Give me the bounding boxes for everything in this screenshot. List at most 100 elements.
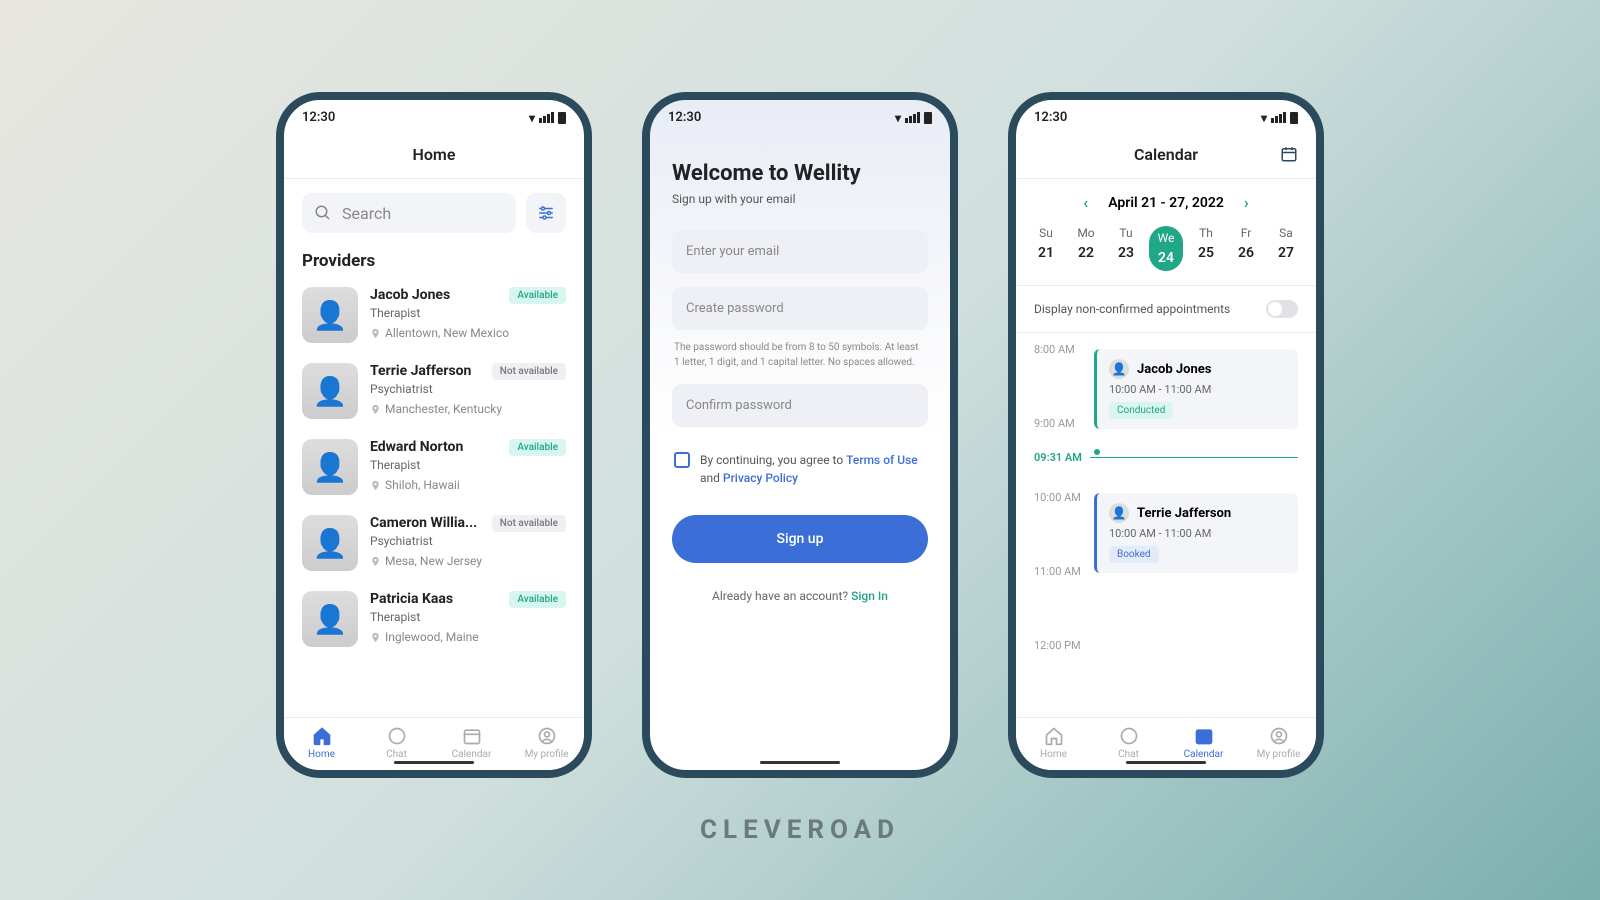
chat-icon (1119, 726, 1139, 746)
password-hint: The password should be from 8 to 50 symb… (674, 340, 926, 370)
search-input[interactable]: Search (302, 193, 516, 233)
status-icons: ▾ (529, 111, 566, 125)
appt-name: Jacob Jones (1137, 362, 1211, 377)
filter-icon (537, 204, 555, 222)
privacy-link[interactable]: Privacy Policy (723, 471, 798, 485)
status-icons: ▾ (895, 111, 932, 125)
tab-chat[interactable]: Chat (359, 726, 434, 760)
welcome-title: Welcome to Wellity (672, 161, 928, 186)
provider-item[interactable]: 👤 Cameron Willia... Psychiatrist Mesa, N… (302, 505, 566, 581)
password-input[interactable]: Create password (672, 287, 928, 330)
home-indicator (1126, 761, 1206, 764)
provider-name: Patricia Kaas (370, 591, 510, 607)
provider-name: Edward Norton (370, 439, 510, 455)
tab-label: Calendar (452, 749, 492, 760)
appt-status-badge: Conducted (1109, 402, 1173, 419)
tab-label: My profile (525, 749, 569, 760)
agree-text: By continuing, you agree to Terms of Use… (700, 451, 926, 487)
day-24[interactable]: We24 (1149, 226, 1183, 271)
pin-icon (370, 328, 381, 339)
tab-chat[interactable]: Chat (1091, 726, 1166, 760)
wifi-icon: ▾ (1261, 111, 1267, 125)
calendar-icon (1194, 726, 1214, 746)
tab-calendar[interactable]: Calendar (1166, 726, 1241, 760)
appt-time: 10:00 AM - 11:00 AM (1109, 383, 1286, 396)
tab-calendar[interactable]: Calendar (434, 726, 509, 760)
agree-checkbox[interactable] (674, 452, 690, 468)
time-label: 11:00 AM (1034, 565, 1081, 578)
providers-list: 👤 Jacob Jones Therapist Allentown, New M… (284, 277, 584, 717)
calendar-icon[interactable] (1280, 145, 1298, 163)
tab-label: Chat (1118, 749, 1139, 760)
calendar-icon (462, 726, 482, 746)
status-time: 12:30 (668, 110, 701, 125)
provider-name: Jacob Jones (370, 287, 510, 303)
prev-week-button[interactable]: ‹ (1083, 193, 1088, 212)
current-time-indicator: 09:31 AM (1034, 451, 1298, 464)
provider-location: Manchester, Kentucky (370, 402, 566, 416)
pin-icon (370, 632, 381, 643)
tab-label: Home (1040, 749, 1067, 760)
appt-avatar: 👤 (1109, 503, 1129, 523)
provider-name: Cameron Willia... (370, 515, 510, 531)
provider-role: Therapist (370, 458, 566, 472)
appointment-card[interactable]: 👤Terrie Jafferson 10:00 AM - 11:00 AM Bo… (1094, 493, 1298, 573)
confirm-password-input[interactable]: Confirm password (672, 384, 928, 427)
provider-item[interactable]: 👤 Edward Norton Therapist Shiloh, Hawaii… (302, 429, 566, 505)
phone-signup: 12:30 ▾ Welcome to Wellity Sign up with … (642, 92, 958, 778)
day-27[interactable]: Sa27 (1269, 226, 1303, 271)
signup-button[interactable]: Sign up (672, 515, 928, 563)
signin-link[interactable]: Sign In (851, 589, 888, 603)
day-26[interactable]: Fr26 (1229, 226, 1263, 271)
tab-label: Calendar (1184, 749, 1224, 760)
day-23[interactable]: Tu23 (1109, 226, 1143, 271)
day-25[interactable]: Th25 (1189, 226, 1223, 271)
tab-label: My profile (1257, 749, 1301, 760)
provider-item[interactable]: 👤 Jacob Jones Therapist Allentown, New M… (302, 277, 566, 353)
terms-link[interactable]: Terms of Use (846, 453, 918, 467)
next-week-button[interactable]: › (1244, 193, 1249, 212)
page-title: Calendar (1016, 131, 1316, 179)
home-indicator (760, 761, 840, 764)
home-icon (312, 726, 332, 746)
appointment-card[interactable]: 👤 Jacob Jones 10:00 AM - 11:00 AM Conduct… (1094, 349, 1298, 429)
nonconfirmed-toggle[interactable] (1266, 300, 1298, 318)
welcome-subtitle: Sign up with your email (672, 192, 928, 206)
tab-my-profile[interactable]: My profile (1241, 726, 1316, 760)
home-icon (1044, 726, 1064, 746)
time-label: 12:00 PM (1034, 639, 1081, 652)
status-badge: Available (509, 591, 566, 608)
signal-icon (905, 112, 920, 123)
provider-location: Mesa, New Jersey (370, 554, 566, 568)
provider-avatar: 👤 (302, 591, 358, 647)
filter-button[interactable] (526, 193, 566, 233)
appt-avatar: 👤 (1109, 359, 1129, 379)
tab-home[interactable]: Home (1016, 726, 1091, 760)
email-input[interactable]: Enter your email (672, 230, 928, 273)
timeline: 09:31 AM 8:00 AM9:00 AM10:00 AM11:00 AM1… (1016, 333, 1316, 717)
signal-icon (539, 112, 554, 123)
pin-icon (370, 480, 381, 491)
provider-item[interactable]: 👤 Patricia Kaas Therapist Inglewood, Mai… (302, 581, 566, 657)
provider-name: Terrie Jafferson (370, 363, 510, 379)
provider-avatar: 👤 (302, 439, 358, 495)
my profile-icon (537, 726, 557, 746)
status-badge: Available (509, 287, 566, 304)
day-21[interactable]: Su21 (1029, 226, 1063, 271)
wifi-icon: ▾ (895, 111, 901, 125)
tab-home[interactable]: Home (284, 726, 359, 760)
brand-logo: CLEVEROAD (700, 815, 900, 845)
battery-icon (1290, 112, 1298, 124)
time-label: 9:00 AM (1034, 417, 1075, 430)
time-label: 10:00 AM (1034, 491, 1081, 504)
day-22[interactable]: Mo22 (1069, 226, 1103, 271)
status-bar: 12:30 ▾ (650, 100, 950, 131)
tab-my-profile[interactable]: My profile (509, 726, 584, 760)
signal-icon (1271, 112, 1286, 123)
tab-label: Chat (386, 749, 407, 760)
provider-item[interactable]: 👤 Terrie Jafferson Psychiatrist Manchest… (302, 353, 566, 429)
provider-role: Therapist (370, 610, 566, 624)
status-badge: Not available (492, 363, 566, 380)
battery-icon (924, 112, 932, 124)
phone-calendar: 12:30 ▾ Calendar ‹ April 21 - 27, 2022 ›… (1008, 92, 1324, 778)
